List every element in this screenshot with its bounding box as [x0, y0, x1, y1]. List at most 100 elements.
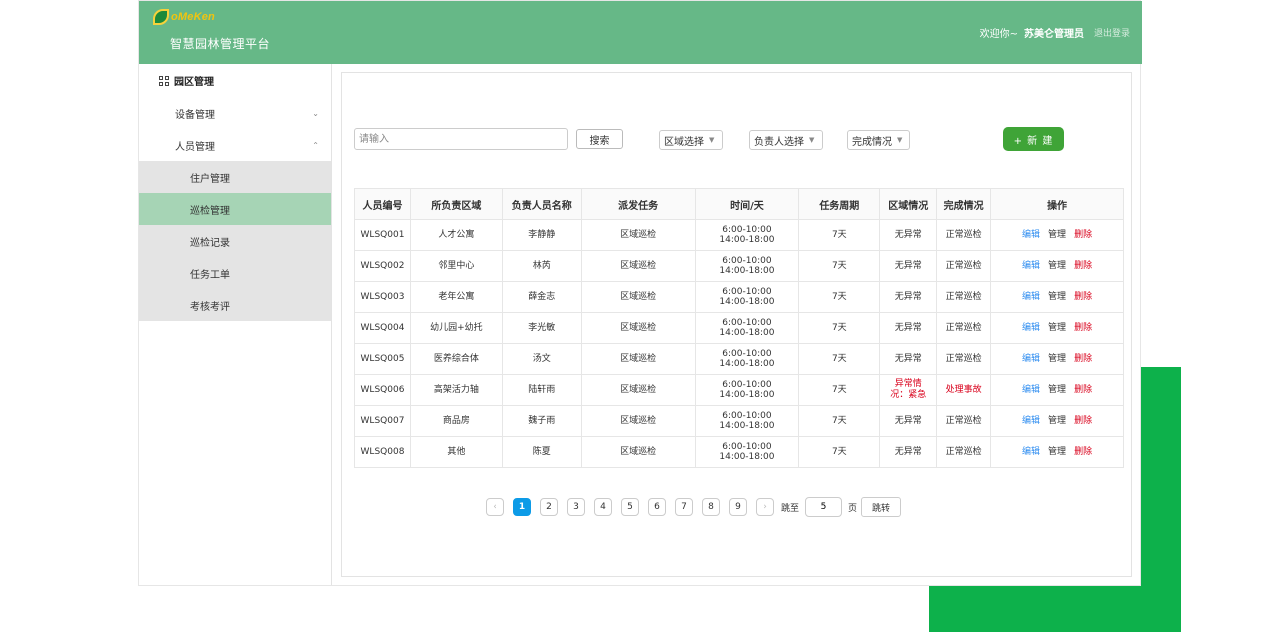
time-slot: 6:00-10:00	[722, 411, 772, 421]
page-button[interactable]: 9	[729, 498, 747, 516]
cell-staff-id: WLSQ006	[354, 374, 411, 406]
logout-link[interactable]: 退出登录	[1094, 26, 1130, 39]
page-number-list: 123456789	[513, 498, 756, 516]
owner-select[interactable]: 负责人选择 ▼	[749, 130, 823, 150]
delete-button[interactable]: 删除	[1074, 385, 1092, 396]
area-select-label: 区域选择	[664, 136, 704, 148]
search-input[interactable]	[354, 128, 568, 150]
page-button[interactable]: 3	[567, 498, 585, 516]
cell-actions: 编辑 管理 删除	[990, 281, 1124, 313]
cell-area-status: 无异常	[879, 219, 938, 251]
welcome-text: 欢迎你~	[979, 29, 1018, 40]
edit-button[interactable]: 编辑	[1022, 323, 1040, 334]
delete-button[interactable]: 删除	[1074, 416, 1092, 427]
cell-owner: 李光敏	[502, 312, 582, 344]
grid-icon	[159, 75, 169, 86]
delete-button[interactable]: 删除	[1074, 230, 1092, 241]
next-page-button[interactable]: ›	[756, 498, 774, 516]
cell-area: 商品房	[410, 405, 503, 437]
edit-button[interactable]: 编辑	[1022, 292, 1040, 303]
cell-owner: 陆轩雨	[502, 374, 582, 406]
cell-time: 6:00-10:00 14:00-18:00	[695, 343, 800, 375]
cell-time: 6:00-10:00 14:00-18:00	[695, 250, 800, 282]
cell-period: 7天	[798, 436, 881, 468]
cell-area: 幼儿园+幼托	[410, 312, 503, 344]
edit-button[interactable]: 编辑	[1022, 447, 1040, 458]
cell-staff-id: WLSQ004	[354, 312, 411, 344]
sidebar-item-device-management[interactable]: 设备管理 ⌄	[139, 97, 331, 129]
column-header: 区域情况	[879, 188, 938, 220]
page-button[interactable]: 4	[594, 498, 612, 516]
cell-owner: 汤文	[502, 343, 582, 375]
edit-button[interactable]: 编辑	[1022, 416, 1040, 427]
manage-button[interactable]: 管理	[1048, 323, 1066, 334]
toolbar: 搜索 区域选择 ▼ 负责人选择 ▼ 完成情况 ▼ + 新 建	[354, 127, 1124, 151]
inspection-table: 人员编号 所负责区域 负责人员名称 派发任务 时间/天 任务周期 区域情况 完成…	[354, 188, 1124, 468]
manage-button[interactable]: 管理	[1048, 292, 1066, 303]
delete-button[interactable]: 删除	[1074, 261, 1092, 272]
delete-button[interactable]: 删除	[1074, 323, 1092, 334]
cell-time: 6:00-10:00 14:00-18:00	[695, 405, 800, 437]
page-button[interactable]: 8	[702, 498, 720, 516]
cell-period: 7天	[798, 343, 881, 375]
owner-select-label: 负责人选择	[754, 136, 804, 148]
cell-staff-id: WLSQ001	[354, 219, 411, 251]
delete-button[interactable]: 删除	[1074, 292, 1092, 303]
cell-area: 邻里中心	[410, 250, 503, 282]
manage-button[interactable]: 管理	[1048, 416, 1066, 427]
page-button[interactable]: 7	[675, 498, 693, 516]
submenu-item-inspection-management[interactable]: 巡检管理	[139, 193, 331, 225]
page-button[interactable]: 2	[540, 498, 558, 516]
submenu-item-inspection-records[interactable]: 巡检记录	[139, 225, 331, 257]
submenu-item-task-orders[interactable]: 任务工单	[139, 257, 331, 289]
manage-button[interactable]: 管理	[1048, 230, 1066, 241]
area-select[interactable]: 区域选择 ▼	[659, 130, 723, 150]
completion-select[interactable]: 完成情况 ▼	[847, 130, 910, 150]
cell-area-status: 无异常	[879, 436, 938, 468]
manage-button[interactable]: 管理	[1048, 385, 1066, 396]
delete-button[interactable]: 删除	[1074, 447, 1092, 458]
search-button[interactable]: 搜索	[576, 129, 623, 149]
manage-button[interactable]: 管理	[1048, 447, 1066, 458]
leaf-logo-icon	[153, 9, 169, 25]
new-button[interactable]: + 新 建	[1003, 127, 1064, 151]
jump-button[interactable]: 跳转	[861, 497, 902, 517]
username: 苏美仑管理员	[1023, 29, 1084, 40]
sidebar-item-park-management[interactable]: 园区管理	[139, 64, 331, 97]
cell-task: 区域巡检	[581, 281, 696, 313]
cell-completion: 正常巡检	[936, 436, 992, 468]
cell-staff-id: WLSQ003	[354, 281, 411, 313]
cell-staff-id: WLSQ008	[354, 436, 411, 468]
column-header: 所负责区域	[410, 188, 503, 220]
goto-page-input[interactable]	[805, 497, 843, 517]
edit-button[interactable]: 编辑	[1022, 354, 1040, 365]
cell-actions: 编辑 管理 删除	[990, 405, 1124, 437]
manage-button[interactable]: 管理	[1048, 261, 1066, 272]
time-slot: 14:00-18:00	[719, 235, 775, 245]
sidebar-item-staff-management[interactable]: 人员管理 ⌃	[139, 129, 331, 161]
manage-button[interactable]: 管理	[1048, 354, 1066, 365]
cell-actions: 编辑 管理 删除	[990, 312, 1124, 344]
submenu-item-resident-management[interactable]: 住户管理	[139, 161, 331, 193]
cell-actions: 编辑 管理 删除	[990, 436, 1124, 468]
table-body: WLSQ001 人才公寓 李静静 区域巡检 6:00-10:00 14:00-18:00 7…	[354, 219, 1124, 468]
cell-completion: 正常巡检	[936, 219, 992, 251]
prev-page-button[interactable]: ‹	[486, 498, 504, 516]
column-header: 完成情况	[936, 188, 992, 220]
edit-button[interactable]: 编辑	[1022, 261, 1040, 272]
caret-down-icon: ▼	[709, 136, 715, 144]
cell-area: 医养综合体	[410, 343, 503, 375]
delete-button[interactable]: 删除	[1074, 354, 1092, 365]
submenu-item-assessment[interactable]: 考核考评	[139, 289, 331, 321]
page-button[interactable]: 5	[621, 498, 639, 516]
cell-actions: 编辑 管理 删除	[990, 219, 1124, 251]
cell-time: 6:00-10:00 14:00-18:00	[695, 374, 800, 406]
table-row: WLSQ008 其他 陈夏 区域巡检 6:00-10:00 14:00-18:00 7天 无异…	[354, 436, 1124, 468]
column-header: 任务周期	[798, 188, 881, 220]
page-button[interactable]: 1	[513, 498, 531, 516]
edit-button[interactable]: 编辑	[1022, 230, 1040, 241]
completion-select-label: 完成情况	[852, 136, 892, 148]
edit-button[interactable]: 编辑	[1022, 385, 1040, 396]
page-button[interactable]: 6	[648, 498, 666, 516]
column-header: 操作	[990, 188, 1124, 220]
